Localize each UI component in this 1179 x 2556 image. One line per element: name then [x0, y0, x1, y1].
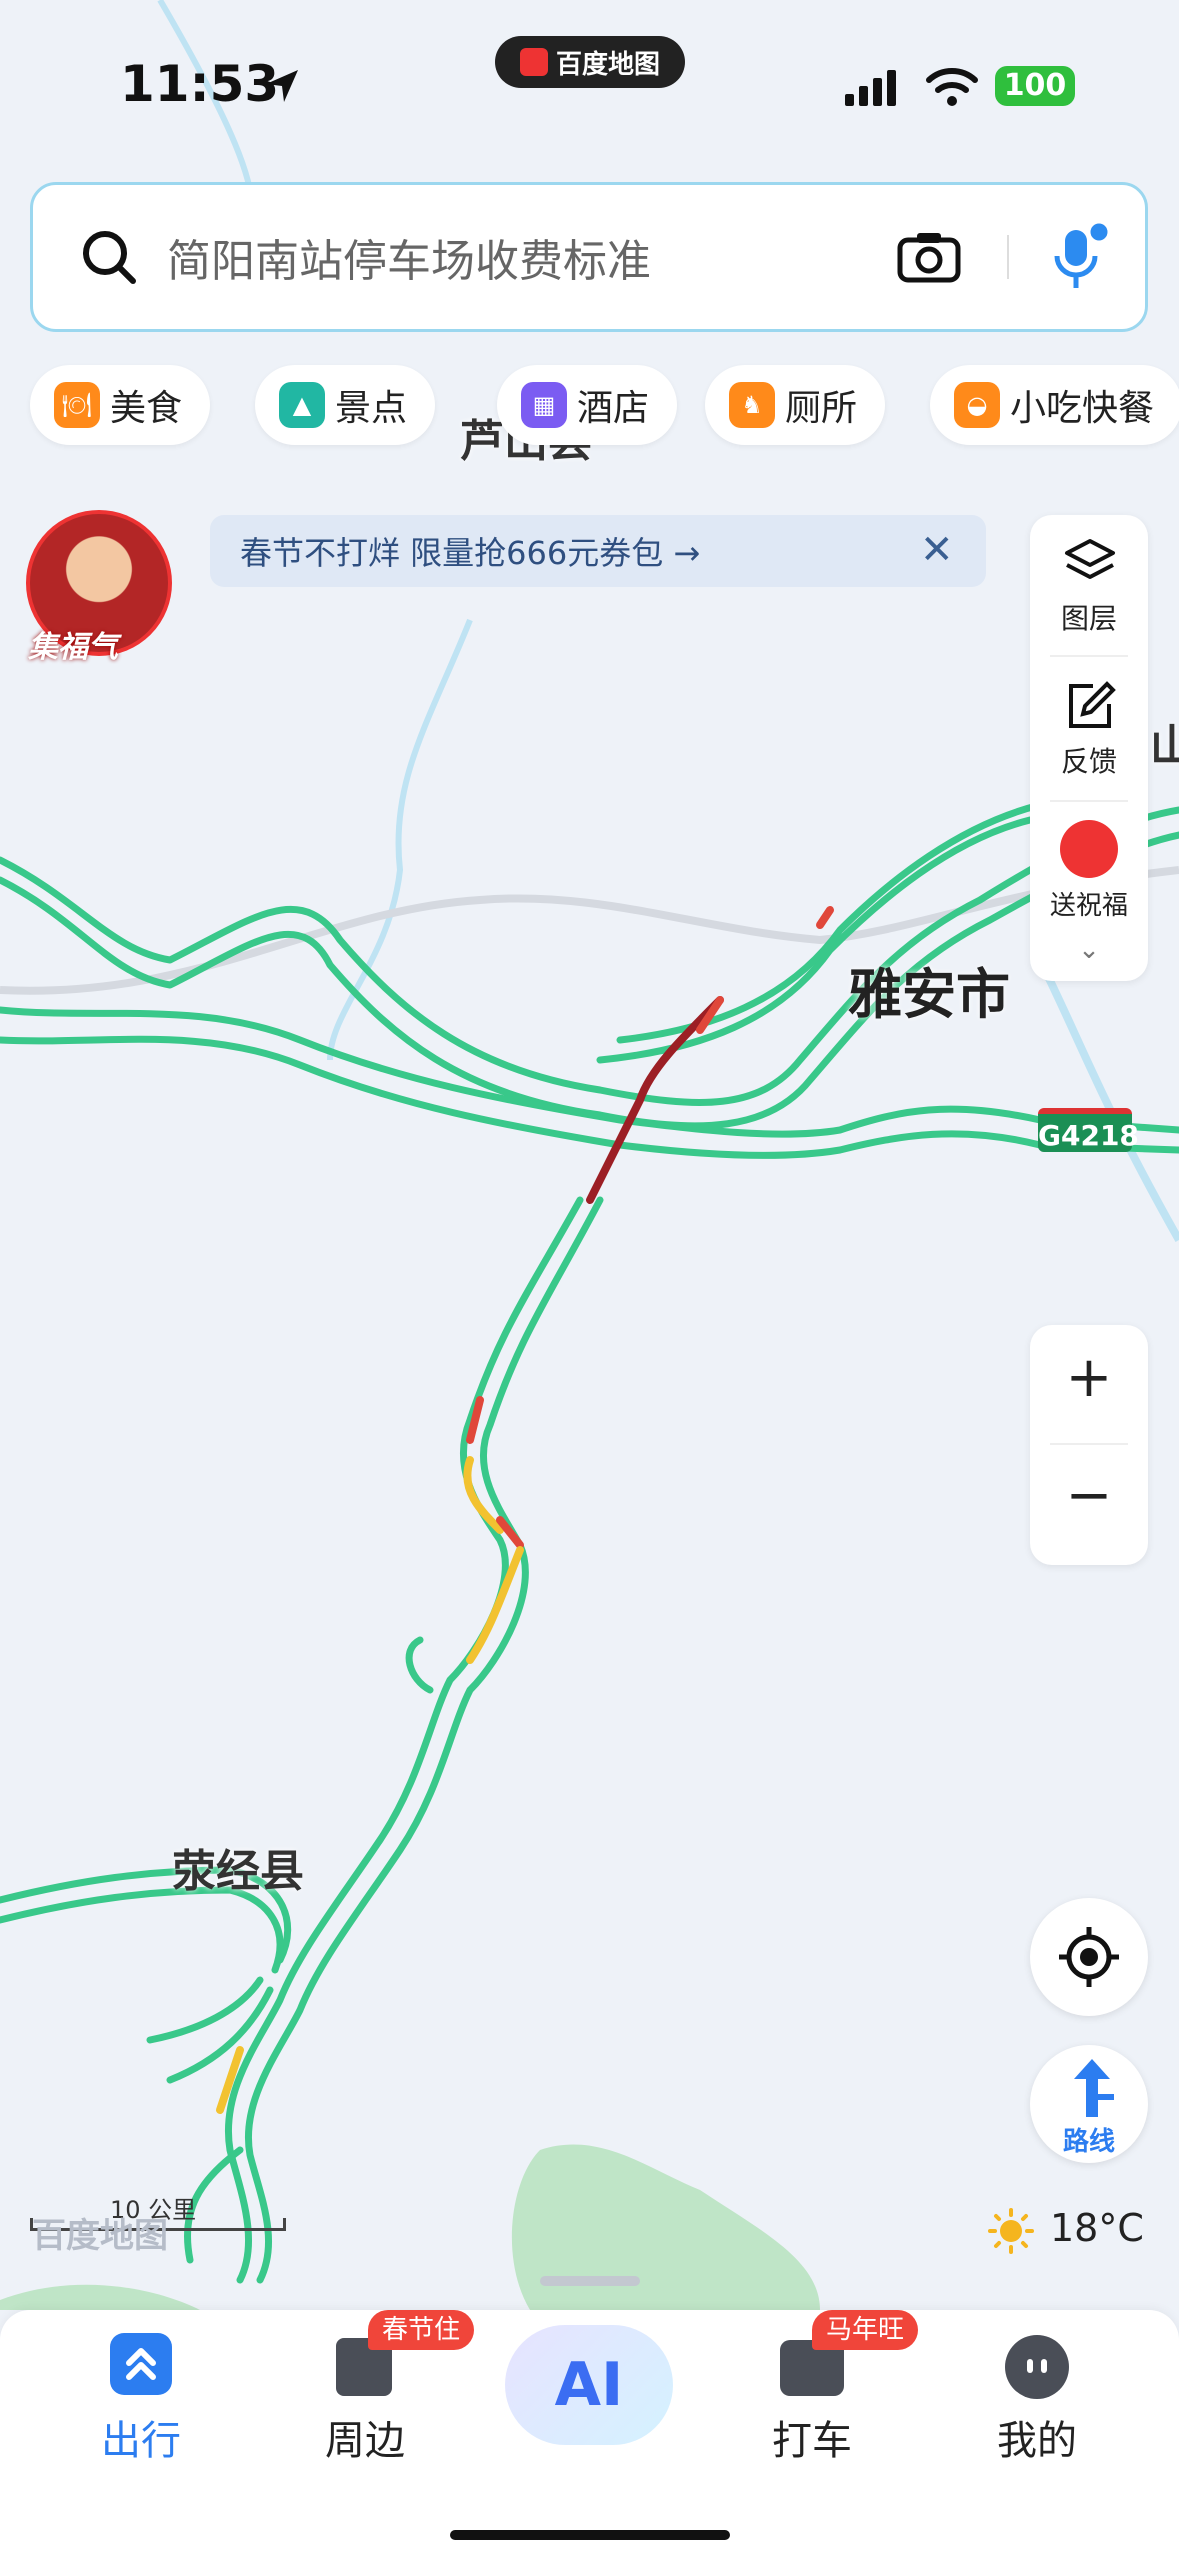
map-label-yaan[interactable]: 雅安市: [848, 950, 1010, 1029]
battery-indicator: 100: [995, 66, 1075, 106]
category-chip-snack[interactable]: ◒ 小吃快餐: [930, 365, 1179, 445]
park-area: [0, 2284, 200, 2310]
map-canvas[interactable]: [0, 0, 1179, 2310]
ai-label: AI: [554, 2350, 624, 2420]
category-chip-toilet[interactable]: ♞ 厕所: [705, 365, 886, 445]
search-bar[interactable]: 简阳南站停车场收费标准: [30, 182, 1148, 332]
baidu-map-logo-icon: [519, 48, 548, 76]
map-watermark: 百度地图: [32, 2216, 168, 2256]
ai-assistant-button[interactable]: AI: [505, 2325, 673, 2445]
map-label-yingjing[interactable]: 荥经县: [172, 1835, 304, 1899]
traffic-slow: [466, 1546, 524, 1664]
location-arrow-icon: [266, 70, 298, 102]
locate-button[interactable]: [1030, 1898, 1148, 2016]
nearby-badge: 春节住: [368, 2310, 475, 2350]
map-side-panel: 图层 反馈 送祝福 ⌄: [1030, 515, 1148, 981]
scenic-icon: ▲: [279, 382, 325, 428]
route-button[interactable]: 路线: [1030, 2045, 1148, 2163]
traffic-jam: [816, 906, 834, 929]
nav-travel[interactable]: 出行: [61, 2408, 221, 2466]
divider: [1050, 800, 1128, 802]
search-divider: [1007, 235, 1009, 279]
crosshair-icon: [1059, 1927, 1119, 1987]
snack-icon: ◒: [954, 382, 1000, 428]
hotel-icon: ▦: [521, 382, 567, 428]
taxi-badge: 马年旺: [812, 2310, 919, 2350]
search-icon: [83, 231, 136, 284]
nav-taxi[interactable]: 打车: [732, 2408, 892, 2466]
toilet-icon: ♞: [729, 382, 775, 428]
layers-button[interactable]: 图层: [1030, 597, 1148, 637]
zoom-control: + −: [1030, 1325, 1148, 1565]
feedback-edit-icon: [1069, 681, 1116, 728]
zoom-in-button[interactable]: +: [1030, 1345, 1148, 1410]
category-label: 美食: [110, 388, 183, 429]
layers-icon: [1065, 539, 1115, 579]
nav-nearby[interactable]: 周边: [285, 2408, 445, 2466]
category-label: 酒店: [577, 388, 650, 429]
weather-temperature[interactable]: 18°C: [1050, 2206, 1144, 2250]
river: [1036, 958, 1179, 1242]
profile-icon: [1005, 2335, 1069, 2399]
app-indicator[interactable]: 百度地图: [495, 36, 685, 88]
nav-mine[interactable]: 我的: [957, 2408, 1117, 2466]
route-arrow-icon: [1074, 2059, 1114, 2117]
river: [327, 618, 473, 1061]
zoom-out-button[interactable]: −: [1030, 1463, 1148, 1528]
microphone-icon[interactable]: [1049, 222, 1109, 292]
category-chip-hotel[interactable]: ▦ 酒店: [497, 365, 678, 445]
category-label: 厕所: [785, 388, 858, 429]
route-label: 路线: [1062, 2127, 1115, 2157]
blessing-button[interactable]: 送祝福: [1030, 885, 1148, 922]
search-input[interactable]: 简阳南站停车场收费标准: [167, 225, 897, 289]
map-label-edge: 山: [1150, 721, 1179, 772]
drawer-handle[interactable]: [540, 2276, 640, 2286]
travel-icon: [110, 2333, 172, 2395]
divider: [1050, 1443, 1128, 1445]
chevron-down-icon[interactable]: ⌄: [1030, 935, 1148, 965]
promo-banner[interactable]: 春节不打烊 限量抢666元券包 →: [210, 515, 986, 587]
feedback-button[interactable]: 反馈: [1030, 740, 1148, 780]
camera-icon[interactable]: [897, 230, 961, 284]
promo-avatar-label: 集福气: [28, 630, 118, 665]
category-label: 小吃快餐: [1010, 388, 1155, 429]
promo-banner-text: 春节不打烊 限量抢666元券包 →: [240, 534, 701, 572]
category-chip-scenic[interactable]: ▲ 景点: [255, 365, 436, 445]
category-chip-food[interactable]: 🍽 美食: [30, 365, 211, 445]
category-label: 景点: [335, 388, 408, 429]
app-name: 百度地图: [555, 49, 660, 80]
close-icon[interactable]: ✕: [920, 527, 954, 573]
status-time: 11:53: [120, 55, 280, 113]
home-indicator: [450, 2530, 730, 2540]
wifi-icon: [926, 68, 978, 106]
highway-shield: G4218: [1038, 1108, 1139, 1152]
sun-icon: [988, 2208, 1034, 2254]
divider: [1050, 655, 1128, 657]
signal-icon: [845, 70, 896, 106]
blessing-icon: [1060, 820, 1118, 878]
food-icon: 🍽: [54, 382, 100, 428]
